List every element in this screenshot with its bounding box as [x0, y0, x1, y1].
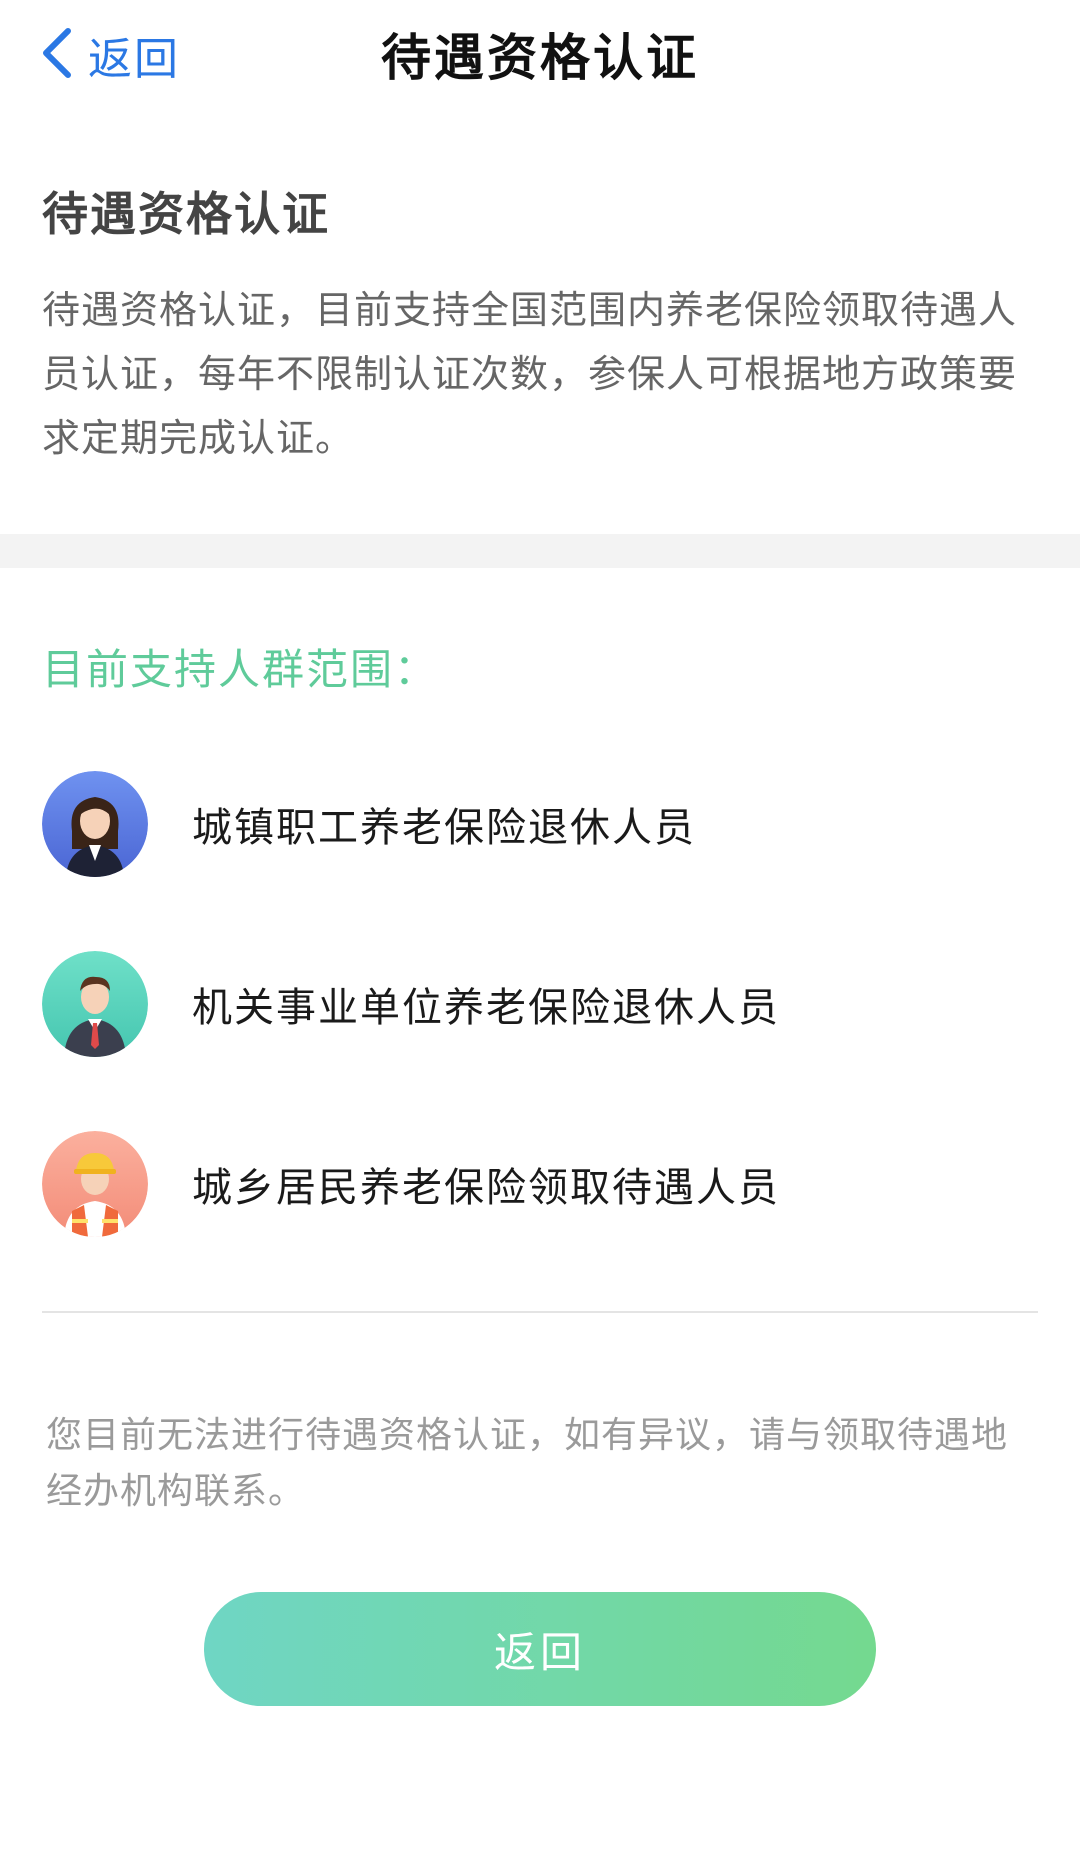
page-title: 待遇资格认证 [381, 29, 699, 87]
intro-description: 待遇资格认证，目前支持全国范围内养老保险领取待遇人员认证，每年不限制认证次数，参… [42, 288, 1018, 460]
group-item-label: 城镇职工养老保险退休人员 [192, 805, 696, 851]
intro-section: 待遇资格认证 待遇资格认证，目前支持全国范围内养老保险领取待遇人员认证，每年不限… [42, 178, 1042, 470]
male-official-avatar-icon [42, 951, 148, 1057]
group-item-public-institution: 机关事业单位养老保险退休人员 [42, 950, 1042, 1058]
ineligibility-notice: 您目前无法进行待遇资格认证，如有异议，请与领取待遇地经办机构联系。 [46, 1415, 1009, 1512]
intro-heading: 待遇资格认证 [42, 187, 330, 241]
group-item-label: 机关事业单位养老保险退休人员 [192, 985, 780, 1031]
return-button[interactable]: 返回 [204, 1592, 876, 1706]
section-divider [0, 534, 1080, 568]
navigation-bar: 返回 待遇资格认证 [0, 0, 1080, 110]
supported-groups-title: 目前支持人群范围： [42, 645, 439, 694]
divider-line [42, 1311, 1038, 1313]
female-employee-avatar-icon [42, 771, 148, 877]
worker-avatar-icon [42, 1131, 148, 1237]
group-item-label: 城乡居民养老保险领取待遇人员 [192, 1165, 780, 1211]
group-item-urban-rural-resident: 城乡居民养老保险领取待遇人员 [42, 1130, 1042, 1238]
group-item-urban-employee: 城镇职工养老保险退休人员 [42, 770, 1042, 878]
